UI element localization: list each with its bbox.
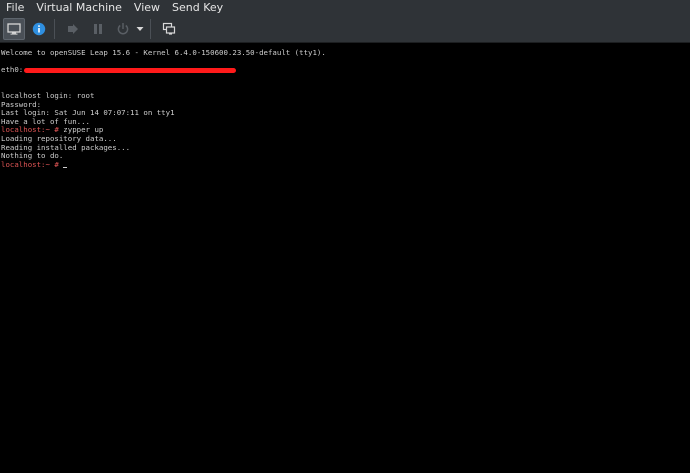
text-cursor	[63, 167, 68, 169]
run-button[interactable]	[62, 18, 84, 40]
vm-console[interactable]: Welcome to openSUSE Leap 15.6 - Kernel 6…	[0, 43, 690, 473]
pause-icon	[94, 24, 102, 34]
console-welcome-line: Welcome to openSUSE Leap 15.6 - Kernel 6…	[1, 48, 326, 57]
shell-prompt: localhost:~ #	[1, 125, 59, 135]
snapshots-icon	[162, 22, 176, 35]
menu-bar: File Virtual Machine View Send Key	[0, 0, 690, 16]
console-last-login-line: Last login: Sat Jun 14 07:07:11 on tty1	[1, 108, 175, 118]
play-icon	[68, 24, 78, 34]
vm-window: File Virtual Machine View Send Key Welco…	[0, 0, 690, 473]
shutdown-menu-button[interactable]	[134, 18, 146, 40]
console-motd-line: Have a lot of fun...	[1, 116, 90, 126]
console-eth-line: eth0:	[0, 65, 690, 75]
menu-view[interactable]: View	[128, 0, 166, 16]
shell-command: zypper up	[58, 125, 104, 135]
shell-prompt: localhost:~ #	[1, 159, 59, 169]
snapshots-button[interactable]	[158, 18, 180, 40]
console-output-line: Reading installed packages...	[1, 142, 131, 152]
monitor-icon	[7, 23, 21, 35]
shutdown-button[interactable]	[112, 18, 134, 40]
redaction-mark	[24, 67, 237, 73]
show-details-button[interactable]	[28, 18, 50, 40]
menu-send-key[interactable]: Send Key	[166, 0, 229, 16]
show-console-button[interactable]	[3, 18, 25, 40]
power-icon	[117, 23, 129, 35]
console-login-line: localhost login: root	[1, 90, 95, 100]
eth-label: eth0:	[1, 65, 24, 75]
toolbar-separator	[54, 19, 55, 39]
toolbar-separator	[150, 19, 151, 39]
info-icon	[32, 22, 46, 36]
menu-file[interactable]: File	[0, 0, 30, 16]
toolbar	[0, 16, 690, 43]
console-output-line: Nothing to do.	[1, 151, 64, 161]
pause-button[interactable]	[87, 18, 109, 40]
chevron-down-icon	[136, 27, 144, 31]
menu-virtual-machine[interactable]: Virtual Machine	[30, 0, 128, 16]
console-current-prompt-line: localhost:~ #	[0, 159, 690, 170]
